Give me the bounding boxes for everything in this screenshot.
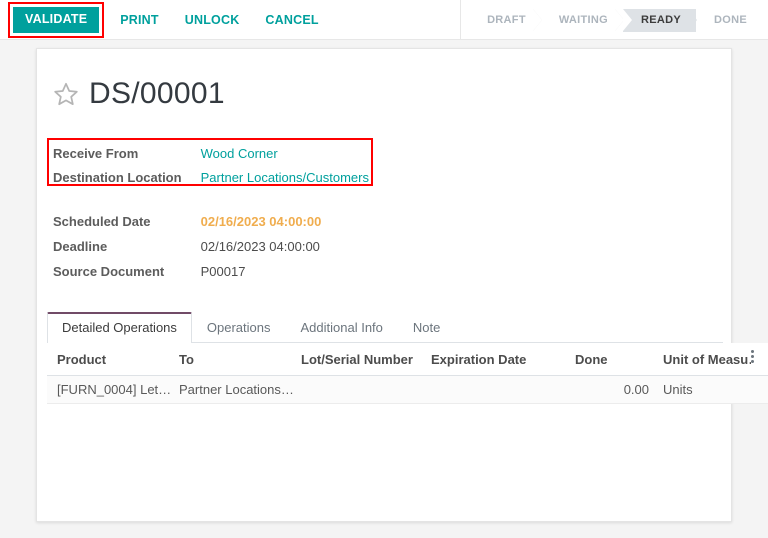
field-value-source-document[interactable]: P00017 [201,263,246,281]
column-header-lot-serial-number[interactable]: Lot/Serial Number [301,343,431,376]
field-label-deadline: Deadline [53,238,197,256]
cell-lot-serial-number[interactable] [301,376,431,404]
form-sheet: DS/00001 Receive From Wood Corner Destin… [36,48,732,522]
cell-expiration-date[interactable] [431,376,575,404]
cell-product[interactable]: [FURN_0004] Let… [47,376,179,404]
page-title: DS/00001 [89,79,225,109]
table-header: Product To Lot/Serial Number Expiration … [47,343,768,376]
title-row: DS/00001 [53,79,225,109]
notebook: Detailed Operations Operations Additiona… [47,311,723,512]
field-destination-location: Destination Location Partner Locations/C… [53,169,693,187]
tab-note[interactable]: Note [398,312,455,342]
field-receive-from: Receive From Wood Corner [53,145,693,163]
table-row[interactable]: [FURN_0004] Let… Partner Locations/… 0.0… [47,376,768,404]
cell-to[interactable]: Partner Locations/… [179,376,301,404]
table-body: [FURN_0004] Let… Partner Locations/… 0.0… [47,376,768,404]
validate-button-highlight: VALIDATE [8,2,104,38]
column-header-done[interactable]: Done [575,343,653,376]
status-stage-label: DRAFT [487,14,526,26]
odoo-transfer-form: VALIDATE PRINT UNLOCK CANCEL DRAFT WAITI… [0,0,768,538]
field-value-destination-location[interactable]: Partner Locations/Customers [201,169,369,187]
tab-detailed-operations[interactable]: Detailed Operations [47,312,192,343]
tab-additional-info[interactable]: Additional Info [286,312,398,342]
unlock-button[interactable]: UNLOCK [175,7,250,33]
tab-operations[interactable]: Operations [192,312,286,342]
detailed-operations-table: Product To Lot/Serial Number Expiration … [47,343,768,404]
table-header-row: Product To Lot/Serial Number Expiration … [47,343,768,376]
field-label-destination-location: Destination Location [53,169,197,187]
cell-done[interactable]: 0.00 [575,376,653,404]
field-label-source-document: Source Document [53,263,197,281]
validate-button[interactable]: VALIDATE [13,7,99,33]
status-stage-done[interactable]: DONE [696,9,762,32]
cell-unit-of-measure[interactable]: Units [653,376,751,404]
action-button-group: VALIDATE PRINT UNLOCK CANCEL [8,0,329,40]
field-deadline: Deadline 02/16/2023 04:00:00 [53,238,693,256]
tab-list: Detailed Operations Operations Additiona… [47,311,723,343]
vertical-dots-icon[interactable] [751,350,754,365]
field-source-document: Source Document P00017 [53,263,693,281]
field-label-receive-from: Receive From [53,145,197,163]
column-header-expiration-date[interactable]: Expiration Date [431,343,575,376]
status-stage-label: WAITING [559,14,608,26]
status-stage-draft[interactable]: DRAFT [469,9,541,32]
control-panel: VALIDATE PRINT UNLOCK CANCEL DRAFT WAITI… [0,0,768,40]
field-value-receive-from[interactable]: Wood Corner [201,145,278,163]
field-value-deadline[interactable]: 02/16/2023 04:00:00 [201,238,320,256]
star-outline-icon[interactable] [53,81,89,107]
column-header-to[interactable]: To [179,343,301,376]
status-stage-waiting[interactable]: WAITING [541,9,623,32]
field-value-scheduled-date[interactable]: 02/16/2023 04:00:00 [201,213,322,231]
status-stage-label: DONE [714,14,747,26]
cell-options [751,376,768,404]
column-header-product[interactable]: Product [47,343,179,376]
field-scheduled-date: Scheduled Date 02/16/2023 04:00:00 [53,213,693,231]
status-bar: DRAFT WAITING READY DONE [460,0,762,40]
print-button[interactable]: PRINT [110,7,169,33]
column-options-button[interactable] [751,343,768,376]
cancel-button[interactable]: CANCEL [255,7,328,33]
status-stage-label: READY [641,14,681,26]
status-stage-ready[interactable]: READY [623,9,696,32]
table-empty-area [47,404,723,512]
field-label-scheduled-date: Scheduled Date [53,213,197,231]
column-header-unit-of-measure[interactable]: Unit of Measu… [653,343,751,376]
